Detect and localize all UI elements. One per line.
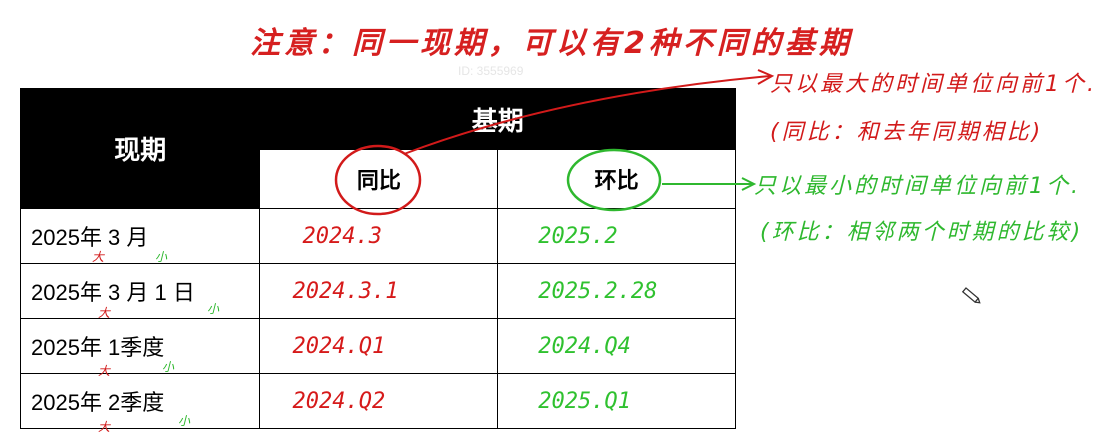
- yoy-value: 2024.3: [302, 224, 382, 249]
- yoy-value: 2024.Q2: [292, 389, 386, 414]
- mom-note-line2: (环比：相邻两个时期的比较): [760, 220, 1084, 245]
- big-mark: 大: [92, 250, 105, 264]
- yoy-value: 2024.3.1: [292, 279, 399, 304]
- row-current: 2025年 2季度: [19, 373, 261, 429]
- yoy-note-line1: 只以最大的时间单位向前1个.: [770, 72, 1097, 97]
- big-mark: 大: [98, 420, 111, 434]
- small-mark: 小: [207, 302, 220, 316]
- mom-value: 2024.Q4: [538, 334, 631, 359]
- row-current: 2025年 1季度: [19, 318, 261, 374]
- subheader-yoy: 同比: [259, 149, 499, 209]
- comparison-table: 现期 基期 同比 环比 2025年 3 月 2024.3 2025.2 2025…: [19, 88, 736, 429]
- table-header-row: 现期 基期: [19, 88, 736, 209]
- header-base-period: 基期: [259, 88, 736, 150]
- mom-value: 2025.2.28: [538, 279, 658, 304]
- mom-value: 2025.2: [538, 224, 618, 249]
- mom-note-line1: 只以最小的时间单位向前1个.: [754, 174, 1081, 199]
- mom-arrowhead: [741, 177, 757, 191]
- big-mark: 大: [98, 364, 111, 378]
- row-current: 2025年 3 月 1 日: [19, 263, 261, 319]
- yoy-note-line2: (同比：和去年同期相比): [770, 120, 1044, 145]
- small-mark: 小: [178, 414, 191, 428]
- table-row: 2025年 3 月 2024.3 2025.2: [19, 208, 736, 264]
- table-row: 2025年 1季度 2024.Q1 2024.Q4: [19, 318, 736, 374]
- big-mark: 大: [98, 306, 111, 320]
- page-title: 注意：同一现期，可以有2种不同的基期: [250, 26, 853, 61]
- header-current-period: 现期: [19, 88, 261, 209]
- pencil-cursor-icon: [961, 287, 981, 304]
- mom-value: 2025.Q1: [538, 389, 631, 414]
- row-current: 2025年 3 月: [19, 208, 261, 264]
- table-row: 2025年 3 月 1 日 2024.3.1 2025.2.28: [19, 263, 736, 319]
- table-row: 2025年 2季度 2024.Q2 2025.Q1: [19, 373, 736, 429]
- yoy-value: 2024.Q1: [292, 334, 386, 359]
- small-mark: 小: [162, 360, 175, 374]
- small-mark: 小: [155, 250, 168, 264]
- subheader-mom: 环比: [497, 149, 736, 209]
- watermark: ID: 3555969: [458, 64, 524, 78]
